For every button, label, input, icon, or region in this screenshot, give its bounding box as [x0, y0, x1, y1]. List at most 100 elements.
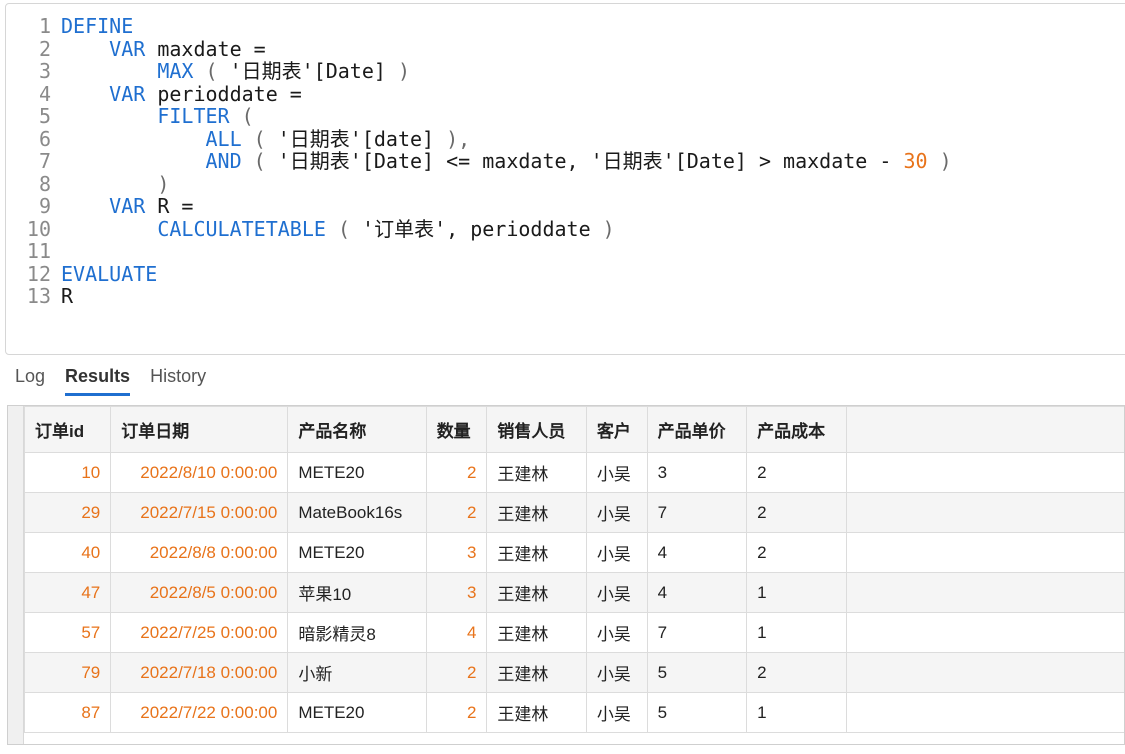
table-cell: 40	[23, 532, 112, 573]
table-cell: 3	[425, 572, 488, 613]
table-cell: 2	[425, 452, 488, 493]
code-text[interactable]: ALL ( '日期表'[date] ),	[61, 126, 471, 151]
code-token: maxdate =	[145, 36, 266, 61]
column-header[interactable]: 产品成本	[746, 406, 847, 453]
code-text[interactable]: AND ( '日期表'[Date] <= maxdate, '日期表'[Date…	[61, 150, 952, 173]
table-cell: 4	[425, 612, 488, 653]
row-filler	[845, 612, 1124, 653]
code-token: R =	[145, 194, 194, 218]
table-cell: 王建林	[486, 612, 587, 653]
table-cell: METE20	[287, 692, 427, 733]
table-cell: 57	[23, 612, 112, 653]
line-number: 12	[26, 261, 51, 286]
table-cell: 79	[23, 652, 112, 693]
table-row[interactable]: 29 2022/7/15 0:00:00 MateBook16s 2 王建林 小吴 7 2	[23, 492, 1124, 533]
table-cell: METE20	[287, 452, 427, 493]
line-number: 2	[38, 36, 51, 61]
code-token: VAR	[109, 194, 146, 218]
table-cell: 小吴	[585, 652, 648, 693]
table-cell: 小吴	[585, 452, 648, 493]
table-cell: 7	[646, 492, 748, 533]
code-token: )	[61, 171, 170, 196]
line-number: 8	[38, 171, 51, 196]
table-cell: 小吴	[585, 572, 648, 613]
code-text[interactable]: EVALUATE	[61, 261, 158, 286]
code-token: )	[590, 216, 615, 241]
table-cell: 2022/7/15 0:00:00	[110, 492, 289, 533]
table-cell: 1	[746, 612, 847, 653]
column-header[interactable]: 客户	[585, 406, 648, 453]
table-row[interactable]: 57 2022/7/25 0:00:00 暗影精灵8 4 王建林 小吴 7 1	[23, 612, 1124, 653]
table-row[interactable]: 79 2022/7/18 0:00:00 小新 2 王建林 小吴 5 2	[23, 652, 1124, 693]
table-cell: 王建林	[486, 452, 587, 493]
table-row[interactable]: 40 2022/8/8 0:00:00 METE20 3 王建林 小吴 4 2	[23, 532, 1124, 573]
code-text[interactable]: VAR perioddate =	[61, 81, 302, 106]
column-header[interactable]: 产品名称	[287, 406, 427, 453]
table-row[interactable]: 10 2022/8/10 0:00:00 METE20 2 王建林 小吴 3 2	[23, 452, 1124, 493]
column-header[interactable]: 数量	[425, 406, 488, 453]
table-cell: 10	[23, 452, 112, 493]
row-filler	[845, 652, 1124, 693]
code-token: CALCULATETABLE	[157, 216, 326, 241]
tab-log[interactable]: Log	[15, 366, 45, 396]
code-token: MAX	[157, 59, 194, 83]
code-text[interactable]: )	[61, 171, 170, 196]
tab-results[interactable]: Results	[65, 366, 131, 396]
table-cell: 4	[646, 532, 748, 573]
table-cell: 2022/8/10 0:00:00	[110, 452, 289, 493]
code-token: ),	[434, 126, 471, 151]
column-header[interactable]: 销售人员	[486, 406, 587, 453]
code-token: '日期表'[Date] <= maxdate, '日期表'[Date] > ma…	[277, 149, 904, 173]
table-cell: 王建林	[486, 572, 587, 613]
line-number: 1	[38, 14, 51, 38]
code-token: VAR	[109, 36, 146, 61]
dax-query-editor[interactable]: 1 DEFINE 2 VAR maxdate = 3 MAX ( '日期表'[Date…	[5, 3, 1125, 355]
line-number: 13	[26, 284, 51, 308]
table-row[interactable]: 47 2022/8/5 0:00:00 苹果10 3 王建林 小吴 4 1	[23, 572, 1124, 613]
results-grid[interactable]: 订单id 订单日期 产品名称 数量 销售人员 客户 产品单价 产品成本 10 2022/8/10…	[7, 405, 1125, 745]
column-header[interactable]: 订单日期	[110, 406, 289, 453]
table-cell: 小吴	[585, 492, 648, 533]
table-cell: 小新	[287, 652, 427, 693]
code-text[interactable]: VAR R =	[61, 195, 193, 218]
code-token: perioddate =	[145, 81, 302, 106]
table-cell: METE20	[287, 532, 427, 573]
code-token: 30	[903, 149, 928, 173]
table-cell: 2	[425, 492, 488, 533]
code-text[interactable]: DEFINE	[61, 15, 133, 38]
table-cell: 2	[746, 452, 847, 493]
code-token: '日期表'[date]	[277, 126, 435, 151]
table-cell: 2022/8/8 0:00:00	[110, 532, 289, 573]
code-text[interactable]: CALCULATETABLE ( '订单表', perioddate )	[61, 216, 615, 241]
row-selector-gutter[interactable]	[8, 406, 24, 744]
tab-history[interactable]: History	[150, 366, 206, 396]
code-text[interactable]: FILTER (	[61, 104, 253, 128]
row-filler	[845, 532, 1124, 573]
column-header[interactable]: 订单id	[23, 406, 112, 453]
table-row[interactable]: 87 2022/7/22 0:00:00 METE20 2 王建林 小吴 5 1	[23, 692, 1124, 733]
table-cell: 1	[746, 572, 847, 613]
code-token: FILTER	[157, 104, 230, 128]
table-cell: 87	[23, 692, 112, 733]
code-token: (	[241, 126, 278, 151]
output-tabs: Log Results History	[15, 366, 226, 396]
column-header[interactable]: 产品单价	[646, 406, 748, 453]
line-number: 5	[38, 104, 51, 128]
table-cell: 小吴	[585, 692, 648, 733]
table-cell: 暗影精灵8	[287, 612, 427, 653]
table-cell: 5	[646, 692, 748, 733]
table-cell: 2022/7/18 0:00:00	[110, 652, 289, 693]
code-text[interactable]: MAX ( '日期表'[Date] )	[61, 60, 410, 83]
table-cell: 3	[646, 452, 748, 493]
table-cell: 7	[646, 612, 748, 653]
code-token: EVALUATE	[61, 261, 158, 286]
code-text[interactable]: R	[61, 285, 73, 308]
table-cell: 王建林	[486, 532, 587, 573]
table-cell: 29	[23, 492, 112, 533]
table-cell: 2	[746, 532, 847, 573]
code-text[interactable]: VAR maxdate =	[61, 36, 266, 61]
